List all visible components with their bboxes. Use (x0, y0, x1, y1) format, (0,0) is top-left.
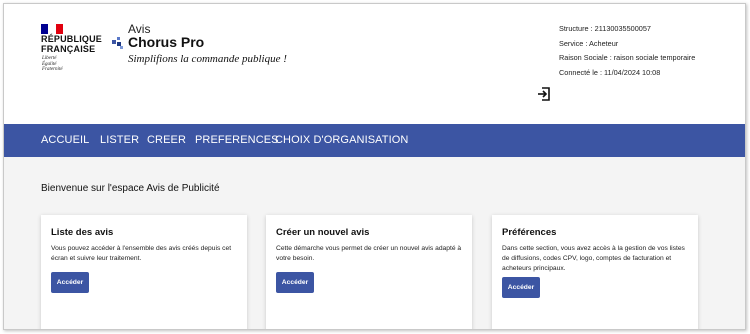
republic-motto: Liberté Égalité Fraternité (42, 56, 63, 73)
acceder-preferences-button[interactable]: Accéder (502, 277, 540, 298)
user-info: Structure : 21130035500057 Service : Ach… (559, 22, 695, 80)
main-content: Bienvenue sur l'espace Avis de Publicité… (4, 157, 745, 329)
card-description: Cette démarche vous permet de créer un n… (276, 245, 462, 262)
nav-choix-organisation[interactable]: CHOIX D'ORGANISATION (275, 134, 408, 146)
nav-accueil[interactable]: ACCUEIL (41, 134, 89, 146)
header: RÉPUBLIQUE FRANÇAISE Liberté Égalité Fra… (4, 4, 745, 124)
raison-sociale-info: Raison Sociale : raison sociale temporai… (559, 53, 696, 62)
card-title: Préférences (502, 227, 557, 238)
logout-icon[interactable] (536, 86, 552, 102)
nav-creer[interactable]: CREER (147, 134, 186, 146)
motto-fraternite: Fraternité (42, 67, 63, 72)
card-preferences: Préférences Dans cette section, vous ave… (492, 215, 698, 329)
card-liste-avis: Liste des avis Vous pouvez accéder à l'e… (41, 215, 247, 329)
main-navigation: ACCUEIL LISTER CREER PREFERENCES CHOIX D… (4, 124, 745, 157)
card-description: Dans cette section, vous avez accès à la… (502, 245, 685, 272)
nav-lister[interactable]: LISTER (100, 134, 139, 146)
republique-francaise-logo: RÉPUBLIQUE FRANÇAISE (41, 34, 102, 54)
acceder-liste-button[interactable]: Accéder (51, 272, 89, 293)
slogan: Simplifions la commande publique ! (128, 53, 287, 65)
app-name: Chorus Pro (128, 34, 205, 50)
structure-info: Structure : 21130035500057 (559, 24, 651, 33)
nav-preferences[interactable]: PREFERENCES (195, 134, 279, 146)
card-creer-avis: Créer un nouvel avis Cette démarche vous… (266, 215, 472, 329)
connection-date-info: Connecté le : 11/04/2024 10:08 (559, 67, 661, 77)
acceder-creer-button[interactable]: Accéder (276, 272, 314, 293)
card-description: Vous pouvez accéder à l'ensemble des avi… (51, 245, 232, 262)
card-title: Liste des avis (51, 227, 114, 238)
chorus-pro-logo-icon (112, 37, 123, 49)
card-title: Créer un nouvel avis (276, 227, 370, 238)
logo-line-1: RÉPUBLIQUE (41, 34, 103, 44)
logo-line-2: FRANÇAISE (41, 44, 96, 54)
welcome-title: Bienvenue sur l'espace Avis de Publicité (41, 183, 220, 194)
french-flag-icon (41, 21, 63, 34)
app-window: RÉPUBLIQUE FRANÇAISE Liberté Égalité Fra… (3, 3, 746, 330)
service-info: Service : Acheteur (559, 38, 619, 48)
